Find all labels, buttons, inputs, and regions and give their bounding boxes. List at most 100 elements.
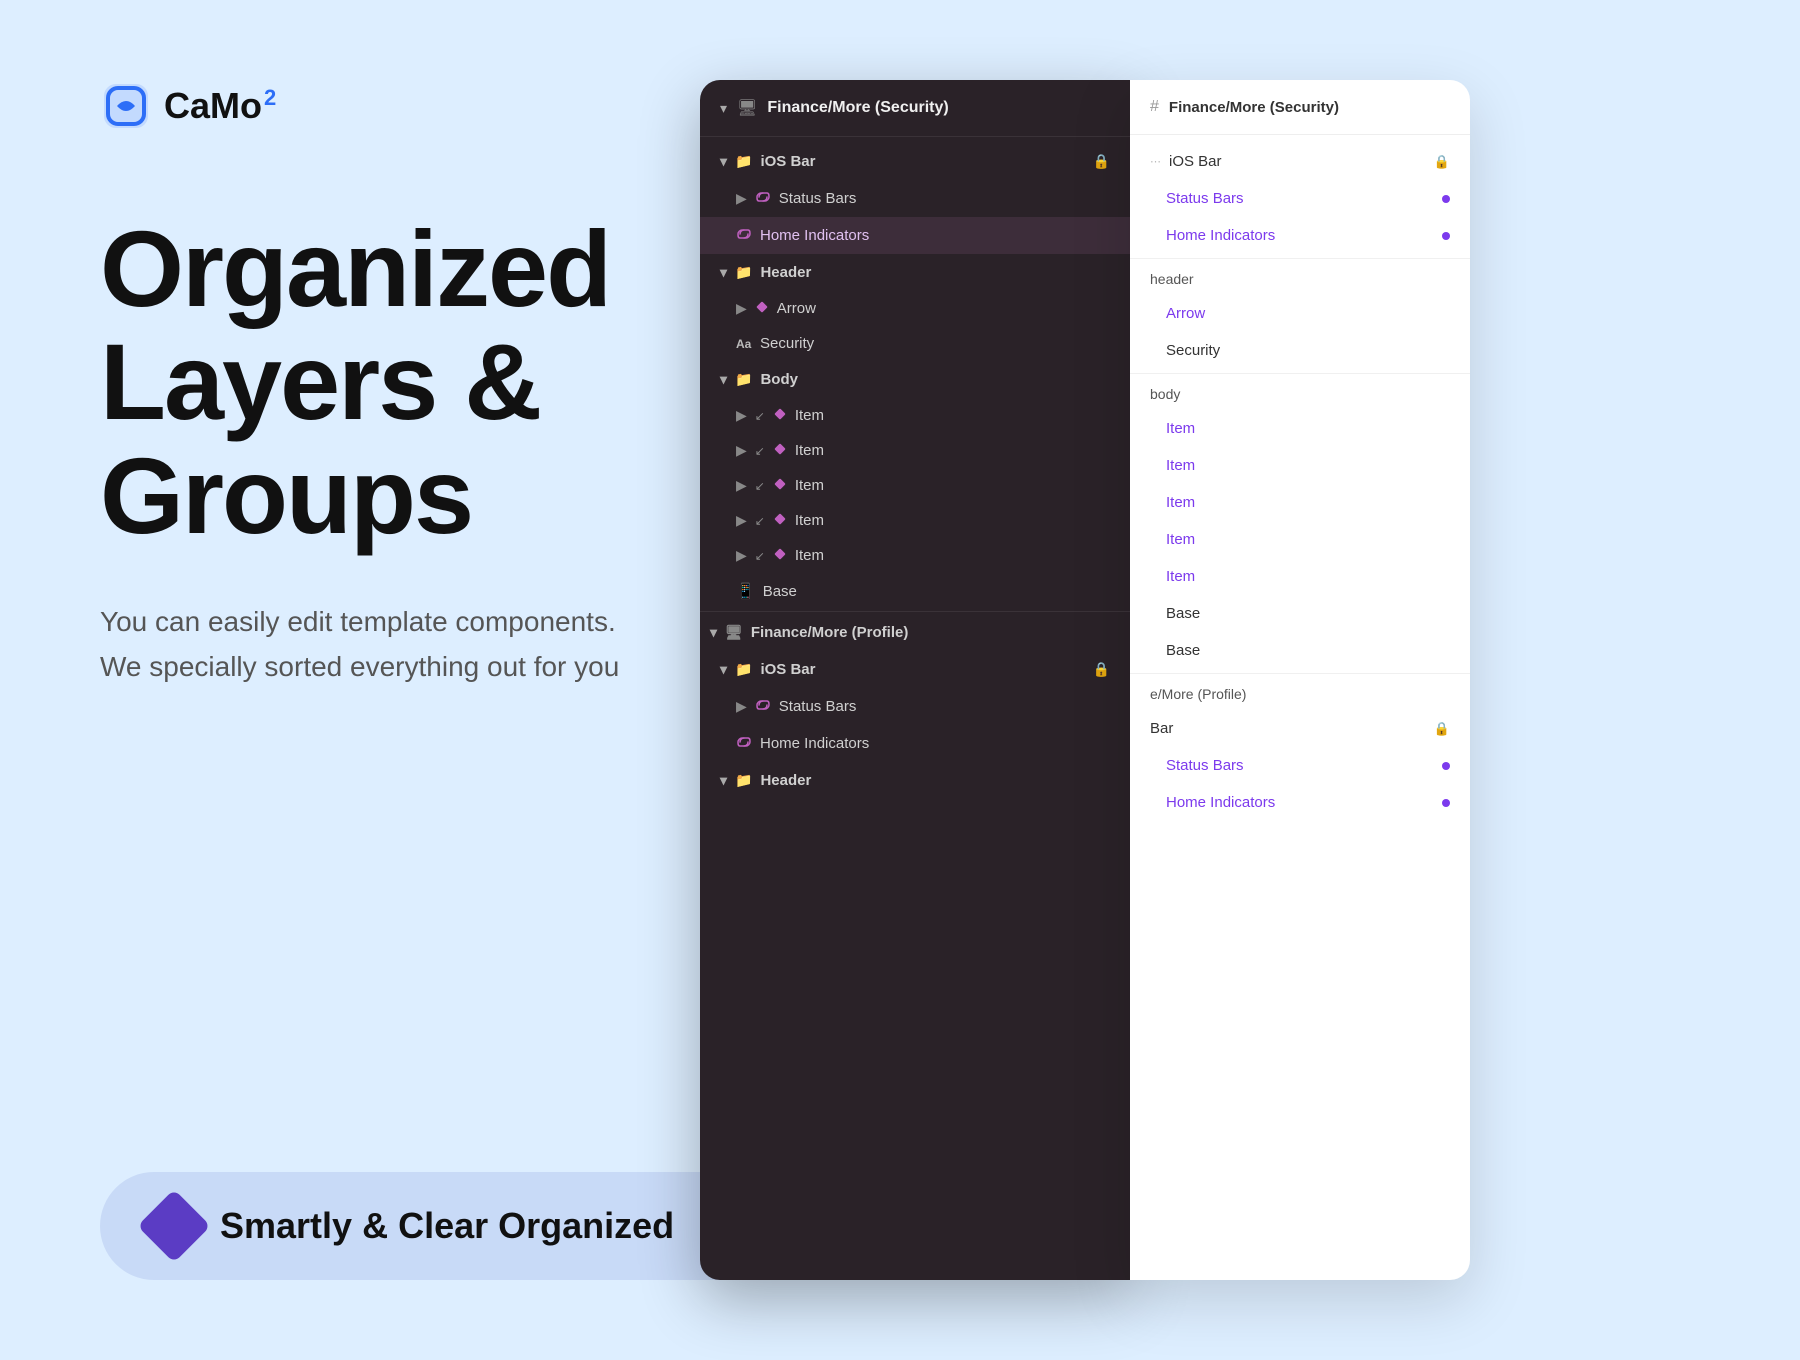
prop-item-label-2: Item bbox=[1166, 457, 1195, 474]
layers-panel-header: ▾ 🖥 Finance/More (Security) bbox=[700, 80, 1130, 137]
sort-icon-2: ↙ bbox=[755, 444, 765, 458]
prop-item-label-4: Item bbox=[1166, 531, 1195, 548]
item-label-5: Item bbox=[795, 547, 824, 564]
prop-divider-2 bbox=[1130, 373, 1470, 374]
security-item[interactable]: Aa Security bbox=[700, 326, 1130, 361]
header-group-2[interactable]: ▾ 📁 Header bbox=[700, 762, 1130, 799]
expand-status-2: ▶ bbox=[736, 698, 747, 715]
prop-base-label-1: Base bbox=[1166, 605, 1200, 622]
prop-bar[interactable]: Bar 🔒 bbox=[1130, 710, 1470, 747]
prop-bar-label: Bar bbox=[1150, 720, 1173, 737]
monitor-icon: 🖥 bbox=[737, 98, 757, 118]
home-indicators-item-2[interactable]: Home Indicators bbox=[700, 725, 1130, 762]
prop-status-bars-2[interactable]: Status Bars bbox=[1130, 747, 1470, 784]
prop-arrow[interactable]: Arrow bbox=[1130, 295, 1470, 332]
expand-icon-item4: ▶ bbox=[736, 512, 747, 529]
diamond-icon bbox=[755, 300, 769, 317]
badge-label: Smartly & Clear Organized bbox=[220, 1205, 674, 1247]
expand-icon-item2: ▶ bbox=[736, 442, 747, 459]
chevron-down-profile: ▾ bbox=[710, 624, 717, 641]
folder-icon: 📁 bbox=[735, 153, 752, 170]
diamond-icon-item4 bbox=[773, 512, 787, 529]
prop-body-section-label: body bbox=[1130, 378, 1470, 410]
prop-home-dot-2 bbox=[1442, 799, 1450, 807]
arrow-item[interactable]: ▶ Arrow bbox=[700, 291, 1130, 326]
sort-icon-5: ↙ bbox=[755, 549, 765, 563]
status-bars-item[interactable]: ▶ Status Bars bbox=[700, 180, 1130, 217]
lock-icon: 🔒 bbox=[1093, 153, 1110, 170]
prop-status-bars-label-2: Status Bars bbox=[1166, 757, 1244, 774]
folder-icon-header2: 📁 bbox=[735, 772, 752, 789]
prop-base-1[interactable]: Base bbox=[1130, 595, 1470, 632]
right-area: ▾ 🖥 Finance/More (Security) ▾ 📁 iOS Bar … bbox=[700, 0, 1800, 1360]
prop-divider-3 bbox=[1130, 673, 1470, 674]
folder-icon-ios2: 📁 bbox=[735, 661, 752, 678]
prop-ios-bar[interactable]: ⋯ iOS Bar 🔒 bbox=[1130, 143, 1470, 180]
prop-status-dot bbox=[1442, 195, 1450, 203]
header-group[interactable]: ▾ 📁 Header bbox=[700, 254, 1130, 291]
diamond-icon-item2 bbox=[773, 442, 787, 459]
diamond-icon-item1 bbox=[773, 407, 787, 424]
prop-item-label-1: Item bbox=[1166, 420, 1195, 437]
status-bars-item-2[interactable]: ▶ Status Bars bbox=[700, 688, 1130, 725]
dots-icon: ⋯ bbox=[1150, 155, 1161, 168]
sort-icon-4: ↙ bbox=[755, 514, 765, 528]
layers-panel: ▾ 🖥 Finance/More (Security) ▾ 📁 iOS Bar … bbox=[700, 80, 1130, 1280]
prop-status-bars[interactable]: Status Bars bbox=[1130, 180, 1470, 217]
prop-body: ⋯ iOS Bar 🔒 Status Bars Home Indicators … bbox=[1130, 135, 1470, 829]
item-row-2[interactable]: ▶ ↙ Item bbox=[700, 433, 1130, 468]
chevron-down-icon: ▾ bbox=[720, 100, 727, 117]
prop-item-5[interactable]: Item bbox=[1130, 558, 1470, 595]
status-bars-label-2: Status Bars bbox=[779, 698, 857, 715]
section-divider-1 bbox=[700, 611, 1130, 612]
prop-item-2[interactable]: Item bbox=[1130, 447, 1470, 484]
prop-item-3[interactable]: Item bbox=[1130, 484, 1470, 521]
ios-bar-label: iOS Bar bbox=[760, 153, 1084, 170]
prop-base-2[interactable]: Base bbox=[1130, 632, 1470, 669]
prop-header-section-label: header bbox=[1130, 263, 1470, 295]
home-indicators-item[interactable]: Home Indicators bbox=[700, 217, 1130, 254]
prop-security[interactable]: Security bbox=[1130, 332, 1470, 369]
item-row-4[interactable]: ▶ ↙ Item bbox=[700, 503, 1130, 538]
prop-base-label-2: Base bbox=[1166, 642, 1200, 659]
ios-bar-group-2[interactable]: ▾ 📁 iOS Bar 🔒 bbox=[700, 651, 1130, 688]
body-group[interactable]: ▾ 📁 Body bbox=[700, 361, 1130, 398]
expand-icon-item5: ▶ bbox=[736, 547, 747, 564]
logo-name: CaMo bbox=[164, 85, 262, 127]
prop-bar-lock: 🔒 bbox=[1434, 721, 1450, 737]
prop-home-indicators[interactable]: Home Indicators bbox=[1130, 217, 1470, 254]
prop-header: # Finance/More (Security) bbox=[1130, 80, 1470, 135]
link-icon-2 bbox=[736, 226, 752, 245]
prop-item-1[interactable]: Item bbox=[1130, 410, 1470, 447]
logo-superscript: 2 bbox=[264, 85, 276, 111]
text-icon: Aa bbox=[736, 337, 752, 351]
item-row-1[interactable]: ▶ ↙ Item bbox=[700, 398, 1130, 433]
prop-home-indicators-2[interactable]: Home Indicators bbox=[1130, 784, 1470, 821]
diamond-icon-item5 bbox=[773, 547, 787, 564]
item-row-3[interactable]: ▶ ↙ Item bbox=[700, 468, 1130, 503]
hash-icon: # bbox=[1150, 98, 1159, 116]
prop-profile-section: e/More (Profile) bbox=[1130, 678, 1470, 710]
item-label-1: Item bbox=[795, 407, 824, 424]
item-label-3: Item bbox=[795, 477, 824, 494]
logo-icon bbox=[100, 80, 152, 132]
badge-pill: Smartly & Clear Organized bbox=[100, 1172, 780, 1280]
expand-icon: ▾ bbox=[720, 153, 727, 170]
item-row-5[interactable]: ▶ ↙ Item bbox=[700, 538, 1130, 573]
diamond-icon-item3 bbox=[773, 477, 787, 494]
sort-icon-3: ↙ bbox=[755, 479, 765, 493]
prop-home-indicators-label: Home Indicators bbox=[1166, 227, 1275, 244]
body-label: Body bbox=[760, 371, 1110, 388]
prop-item-4[interactable]: Item bbox=[1130, 521, 1470, 558]
expand-icon-header: ▾ bbox=[720, 264, 727, 281]
prop-header-title: Finance/More (Security) bbox=[1169, 99, 1450, 116]
monitor-icon-profile: 🖥 bbox=[725, 624, 743, 641]
prop-home-indicators-label-2: Home Indicators bbox=[1166, 794, 1275, 811]
finance-profile-group[interactable]: ▾ 🖥 Finance/More (Profile) bbox=[700, 614, 1130, 651]
ios-bar-group[interactable]: ▾ 📁 iOS Bar 🔒 bbox=[700, 143, 1130, 180]
finance-profile-label: Finance/More (Profile) bbox=[751, 624, 1110, 641]
home-indicators-label-2: Home Indicators bbox=[760, 735, 869, 752]
item-label-4: Item bbox=[795, 512, 824, 529]
expand-icon-item3: ▶ bbox=[736, 477, 747, 494]
base-item-1[interactable]: 📱 Base bbox=[700, 573, 1130, 609]
